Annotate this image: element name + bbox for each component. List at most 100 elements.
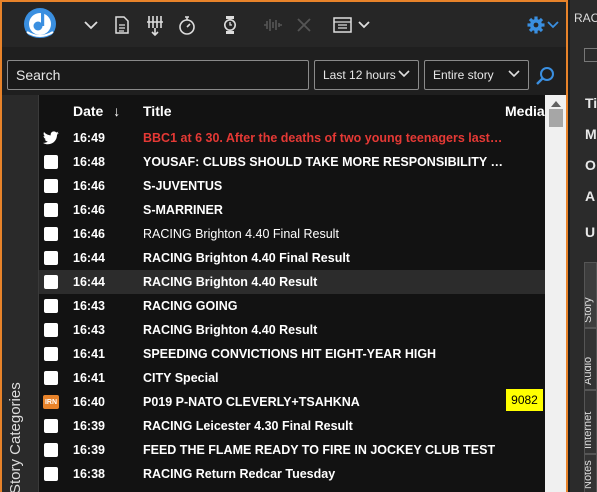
table-row[interactable]: 16:46 S-MARRINER xyxy=(39,198,545,222)
row-title: S-JUVENTUS xyxy=(143,179,223,193)
scroll-up-arrow-icon[interactable] xyxy=(550,100,562,108)
row-checkbox[interactable] xyxy=(44,467,58,481)
row-title: BBC1 at 6 30. After the deaths of two yo… xyxy=(143,131,505,145)
row-checkbox[interactable] xyxy=(44,299,58,313)
story-detail-panel: RAC Ti M O A U Story Audio Internet Note… xyxy=(570,0,597,492)
settings-gear-icon[interactable] xyxy=(527,14,561,36)
row-time: 16:46 xyxy=(73,203,105,217)
tab-internet[interactable]: Internet xyxy=(584,390,597,454)
detail-toolbar-icon[interactable] xyxy=(584,48,597,62)
split-tool-icon[interactable] xyxy=(144,14,166,36)
tab-notes[interactable]: Notes xyxy=(584,454,597,492)
row-time: 16:39 xyxy=(73,443,105,457)
close-disabled-icon xyxy=(294,14,314,36)
date-column-header[interactable]: Date ↓ xyxy=(73,103,120,119)
row-time: 16:41 xyxy=(73,347,105,361)
search-icon[interactable] xyxy=(535,66,555,91)
sort-arrow-icon: ↓ xyxy=(113,103,121,119)
media-badge[interactable]: 9082 xyxy=(506,389,543,411)
row-checkbox[interactable] xyxy=(44,347,58,361)
irn-source-icon: IRN xyxy=(43,395,59,409)
row-time: 16:46 xyxy=(73,227,105,241)
table-row[interactable]: 16:41 CITY Special xyxy=(39,366,545,390)
row-title: FEED THE FLAME READY TO FIRE IN JOCKEY C… xyxy=(143,443,496,457)
main-toolbar xyxy=(2,2,566,47)
row-checkbox[interactable] xyxy=(44,323,58,337)
detail-label: O xyxy=(585,157,596,173)
chevron-down-icon xyxy=(398,70,410,78)
row-checkbox[interactable] xyxy=(44,419,58,433)
twitter-icon xyxy=(43,131,59,145)
row-time: 16:43 xyxy=(73,299,105,313)
row-title: RACING Return Redcar Tuesday xyxy=(143,467,336,481)
row-time: 16:40 xyxy=(73,395,105,409)
row-time: 16:43 xyxy=(73,323,105,337)
row-title: RACING Brighton 4.40 Result xyxy=(143,323,318,337)
story-categories-label: Story Categories xyxy=(7,382,24,492)
timer-icon[interactable] xyxy=(177,14,197,36)
row-title: RACING Leicester 4.30 Final Result xyxy=(143,419,353,433)
row-title: RACING GOING xyxy=(143,299,238,313)
row-checkbox[interactable] xyxy=(44,371,58,385)
new-document-icon[interactable] xyxy=(112,14,132,36)
logo-menu-chevron-icon[interactable] xyxy=(82,14,100,36)
audio-waveform-icon xyxy=(262,14,284,36)
row-checkbox[interactable] xyxy=(44,275,58,289)
story-list-header: Date ↓ Title Media xyxy=(39,95,545,125)
row-title: RACING Brighton 4.40 Result xyxy=(143,275,318,289)
row-title: YOUSAF: CLUBS SHOULD TAKE MORE RESPONSIB… xyxy=(143,155,505,169)
detail-label: Ti xyxy=(585,95,597,111)
scope-filter-dropdown[interactable]: Entire story xyxy=(424,60,529,90)
table-row[interactable]: 16:39 FEED THE FLAME READY TO FIRE IN JOC… xyxy=(39,438,545,462)
search-bar: Search Last 12 hours Entire story xyxy=(2,47,566,95)
row-title: S-MARRINER xyxy=(143,203,223,217)
row-time: 16:44 xyxy=(73,251,105,265)
scrollbar-thumb[interactable] xyxy=(549,109,563,127)
row-time: 16:41 xyxy=(73,371,105,385)
time-filter-dropdown[interactable]: Last 12 hours xyxy=(314,60,419,90)
detail-label: M xyxy=(585,126,597,142)
table-row[interactable]: 16:41 SPEEDING CONVICTIONS HIT EIGHT-YEAR… xyxy=(39,342,545,366)
app-logo-icon[interactable] xyxy=(23,7,57,41)
table-row[interactable]: 16:43 RACING Brighton 4.40 Result xyxy=(39,318,545,342)
watch-icon[interactable] xyxy=(220,14,240,36)
detail-label: U xyxy=(585,224,596,240)
table-row[interactable]: 16:46 RACING Brighton 4.40 Final Result xyxy=(39,222,545,246)
newsroom-app: Search Last 12 hours Entire story Story … xyxy=(0,0,568,492)
detail-heading: RAC xyxy=(574,11,597,25)
vertical-scrollbar[interactable] xyxy=(545,95,566,492)
time-filter-value: Last 12 hours xyxy=(323,68,396,82)
scope-filter-value: Entire story xyxy=(433,68,494,82)
search-input[interactable]: Search xyxy=(7,60,309,90)
layout-menu-icon[interactable] xyxy=(332,14,374,36)
tab-audio[interactable]: Audio xyxy=(584,328,597,390)
row-time: 16:46 xyxy=(73,179,105,193)
table-row[interactable]: 16:44 RACING Brighton 4.40 Final Result xyxy=(39,246,545,270)
row-checkbox[interactable] xyxy=(44,443,58,457)
table-row[interactable]: 16:49 BBC1 at 6 30. After the deaths of t… xyxy=(39,126,545,150)
row-checkbox[interactable] xyxy=(44,179,58,193)
title-column-header[interactable]: Title xyxy=(143,103,172,119)
row-title: SPEEDING CONVICTIONS HIT EIGHT-YEAR HIGH xyxy=(143,347,437,361)
table-row[interactable]: 16:43 RACING GOING xyxy=(39,294,545,318)
row-checkbox[interactable] xyxy=(44,203,58,217)
row-time: 16:44 xyxy=(73,275,105,289)
table-row[interactable]: IRN 16:40 P019 P-NATO CLEVERLY+TSAHKNA 9082 xyxy=(39,389,545,414)
table-row[interactable]: 16:44 RACING Brighton 4.40 Result xyxy=(39,270,545,294)
table-row[interactable]: 16:46 S-JUVENTUS xyxy=(39,174,545,198)
story-list: Date ↓ Title Media 16:49 BBC1 at 6 30. Af… xyxy=(39,95,545,492)
row-title: RACING Brighton 4.40 Final Result xyxy=(143,251,350,265)
row-checkbox[interactable] xyxy=(44,155,58,169)
row-checkbox[interactable] xyxy=(44,251,58,265)
table-row[interactable]: 16:48 YOUSAF: CLUBS SHOULD TAKE MORE RESP… xyxy=(39,150,545,174)
row-title: CITY Special xyxy=(143,371,219,385)
row-checkbox[interactable] xyxy=(44,227,58,241)
media-column-header[interactable]: Media xyxy=(505,103,545,119)
row-time: 16:49 xyxy=(73,131,105,145)
row-title: P019 P-NATO CLEVERLY+TSAHKNA xyxy=(143,395,360,409)
table-row[interactable]: 16:39 RACING Leicester 4.30 Final Result xyxy=(39,414,545,438)
row-title: RACING Brighton 4.40 Final Result xyxy=(143,227,339,241)
table-row[interactable]: 16:38 RACING Return Redcar Tuesday xyxy=(39,462,545,486)
story-categories-panel[interactable]: Story Categories xyxy=(2,95,39,492)
tab-story[interactable]: Story xyxy=(584,262,597,328)
